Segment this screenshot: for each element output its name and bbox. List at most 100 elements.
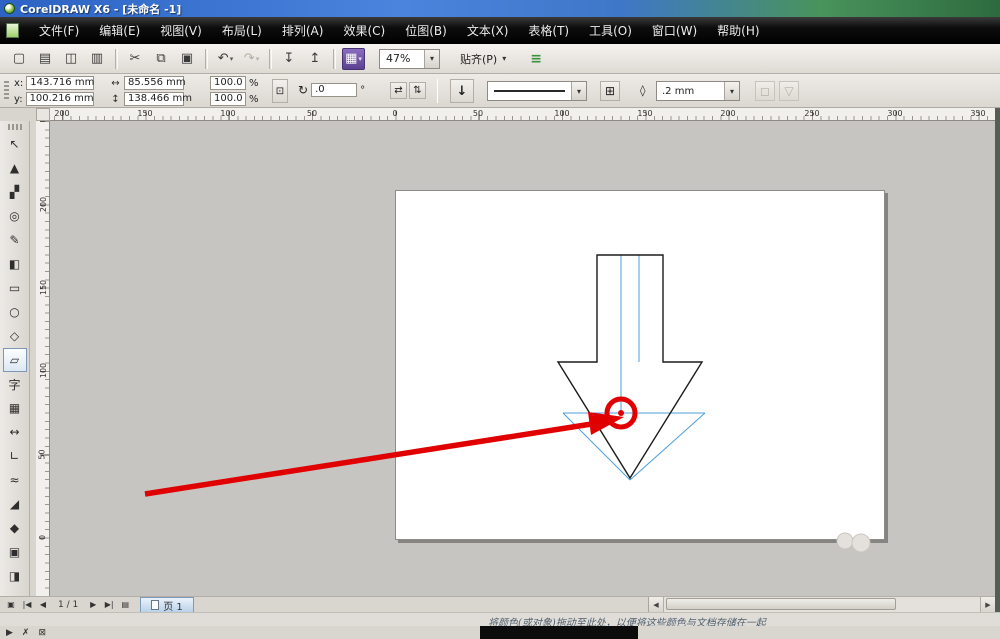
outline-pen-tool[interactable]: ◆ xyxy=(3,516,27,540)
menu-help[interactable]: 帮助(H) xyxy=(707,18,769,43)
standard-toolbar: ▢ ▤ ◫ ▥ ✂ ⧉ ▣ ↶▾ xyxy=(0,44,1000,74)
chevron-down-icon[interactable]: ▾ xyxy=(424,50,439,68)
scroll-left-button[interactable]: ◀ xyxy=(649,597,664,612)
previous-page-button[interactable]: ◀ xyxy=(36,598,50,612)
chevron-down-icon[interactable]: ▾ xyxy=(571,82,586,100)
add-page-button[interactable]: ▣ xyxy=(4,598,18,612)
chevron-down-icon[interactable]: ▾ xyxy=(724,82,739,100)
save-button[interactable]: ◫ xyxy=(60,48,83,70)
mirror-horizontal-button[interactable]: ⇄ xyxy=(390,82,407,99)
alignment-guides-icon[interactable]: ≡ xyxy=(530,51,542,67)
disabled-tool-button: ▽ xyxy=(779,81,799,101)
toolbar-grip[interactable] xyxy=(4,81,9,101)
fill-tool[interactable]: ▣ xyxy=(3,540,27,564)
horizontal-scrollbar[interactable]: ◀ ▶ xyxy=(648,597,995,612)
import-button[interactable]: ↧ xyxy=(278,48,301,70)
arrow-shape[interactable] xyxy=(558,255,702,478)
toolbox-grip[interactable] xyxy=(8,124,22,130)
new-document-button[interactable]: ▢ xyxy=(8,48,31,70)
object-width-field[interactable]: 85.556 mm xyxy=(124,76,184,90)
ruler-tick-label: 0 xyxy=(36,533,49,542)
object-height-field[interactable]: 138.466 mm xyxy=(124,92,184,106)
rotation-angle-field[interactable]: .0 xyxy=(311,83,357,97)
outline-width-combo[interactable]: .2 mm ▾ xyxy=(656,81,740,101)
menu-file[interactable]: 文件(F) xyxy=(29,18,89,43)
highlight-center-dot xyxy=(618,410,624,416)
zoom-tool[interactable]: ◎ xyxy=(3,204,27,228)
scrollbar-thumb[interactable] xyxy=(666,598,896,610)
menu-tools[interactable]: 工具(O) xyxy=(579,18,642,43)
paste-button[interactable]: ▣ xyxy=(176,48,199,70)
checkbox-icon[interactable]: ⊠ xyxy=(38,628,46,638)
cut-button[interactable]: ✂ xyxy=(124,48,147,70)
page-tab[interactable]: 页 1 xyxy=(140,597,194,612)
print-button[interactable]: ▥ xyxy=(86,48,109,70)
menu-arrange[interactable]: 排列(A) xyxy=(272,18,334,43)
export-button[interactable]: ↥ xyxy=(304,48,327,70)
open-button[interactable]: ▤ xyxy=(34,48,57,70)
canvas[interactable] xyxy=(50,121,995,596)
smart-fill-tool[interactable]: ◧ xyxy=(3,252,27,276)
y-position-field[interactable]: 100.216 mm xyxy=(26,92,94,106)
basic-shapes-tool[interactable]: ▱ xyxy=(3,348,27,372)
pick-tool[interactable]: ↖ xyxy=(3,132,27,156)
outline-style-combo[interactable]: ▾ xyxy=(487,81,587,101)
interactive-fill-tool[interactable]: ◨ xyxy=(3,564,27,588)
mirror-vertical-button[interactable]: ⇅ xyxy=(409,82,426,99)
toolbox: ↖ ▲ ▞ ◎ ✎ ◧ ▭ ○ ◇ ▱ xyxy=(0,121,30,596)
ruler-origin-button[interactable] xyxy=(36,108,50,121)
next-page-button[interactable]: ▶ xyxy=(86,598,100,612)
dimension-tool[interactable]: ↔ xyxy=(3,420,27,444)
page-menu-button[interactable]: ▤ xyxy=(118,598,132,612)
menu-window[interactable]: 窗口(W) xyxy=(642,18,707,43)
undo-button[interactable]: ↶▾ xyxy=(214,48,237,70)
menu-layout[interactable]: 布局(L) xyxy=(212,18,272,43)
rotation-icon: ↻ xyxy=(298,83,308,97)
wrap-text-button[interactable]: ⊞ xyxy=(600,81,620,101)
scale-y-field[interactable]: 100.0 xyxy=(210,92,246,106)
ruler-tick-label: 150 xyxy=(637,109,652,118)
scale-x-field[interactable]: 100.0 xyxy=(210,76,246,90)
ruler-tick-label: 100 xyxy=(554,109,569,118)
menu-bitmaps[interactable]: 位图(B) xyxy=(395,18,457,43)
lock-ratio-button[interactable]: ⊡ xyxy=(272,79,288,103)
crop-tool[interactable]: ▞ xyxy=(3,180,27,204)
outline-width-value: .2 mm xyxy=(657,86,724,97)
ellipse-tool[interactable]: ○ xyxy=(3,300,27,324)
text-tool[interactable]: 字 xyxy=(3,372,27,396)
application-launcher-button[interactable]: ▦▾ xyxy=(342,48,365,70)
down-arrow-button[interactable]: ↓ xyxy=(450,79,474,103)
first-page-button[interactable]: |◀ xyxy=(20,598,34,612)
rectangle-tool[interactable]: ▭ xyxy=(3,276,27,300)
shape-tool[interactable]: ▲ xyxy=(3,156,27,180)
ruler-tick-label: 0 xyxy=(392,109,397,118)
redo-button[interactable]: ↷▾ xyxy=(240,48,263,70)
connector-tool[interactable]: ∟ xyxy=(3,444,27,468)
diagonal-guide-right[interactable] xyxy=(630,413,705,480)
blend-tool[interactable]: ≈ xyxy=(3,468,27,492)
table-tool[interactable]: ▦ xyxy=(3,396,27,420)
zoom-level-combo[interactable]: 47% ▾ xyxy=(379,49,440,69)
menu-table[interactable]: 表格(T) xyxy=(518,18,579,43)
copy-button[interactable]: ⧉ xyxy=(150,48,173,70)
page-navigation-bar: ▣ |◀ ◀ 1 / 1 ▶ ▶| ▤ 页 1 ◀ ▶ xyxy=(0,596,1000,612)
scrollbar-track[interactable] xyxy=(664,597,980,612)
menu-effects[interactable]: 效果(C) xyxy=(333,18,395,43)
scroll-right-button[interactable]: ▶ xyxy=(980,597,995,612)
menu-edit[interactable]: 编辑(E) xyxy=(89,18,150,43)
last-page-button[interactable]: ▶| xyxy=(102,598,116,612)
menu-text[interactable]: 文本(X) xyxy=(457,18,519,43)
snap-to-button[interactable]: 贴齐(P) ▾ xyxy=(452,48,514,70)
page-indicator: 1 / 1 xyxy=(52,600,84,610)
application-window: CorelDRAW X6 - [未命名 -1] 文件(F)编辑(E)视图(V)布… xyxy=(0,0,1000,639)
cancel-icon[interactable]: ✗ xyxy=(22,628,30,638)
x-position-field[interactable]: 143.716 mm xyxy=(26,76,94,90)
drawing-overlay xyxy=(50,121,995,596)
polygon-tool[interactable]: ◇ xyxy=(3,324,27,348)
play-icon[interactable]: ▶ xyxy=(6,628,13,638)
separator xyxy=(437,79,438,103)
ruler-tick-label: 350 xyxy=(970,109,985,118)
menu-view[interactable]: 视图(V) xyxy=(150,18,212,43)
eyedropper-tool[interactable]: ◢ xyxy=(3,492,27,516)
freehand-tool[interactable]: ✎ xyxy=(3,228,27,252)
